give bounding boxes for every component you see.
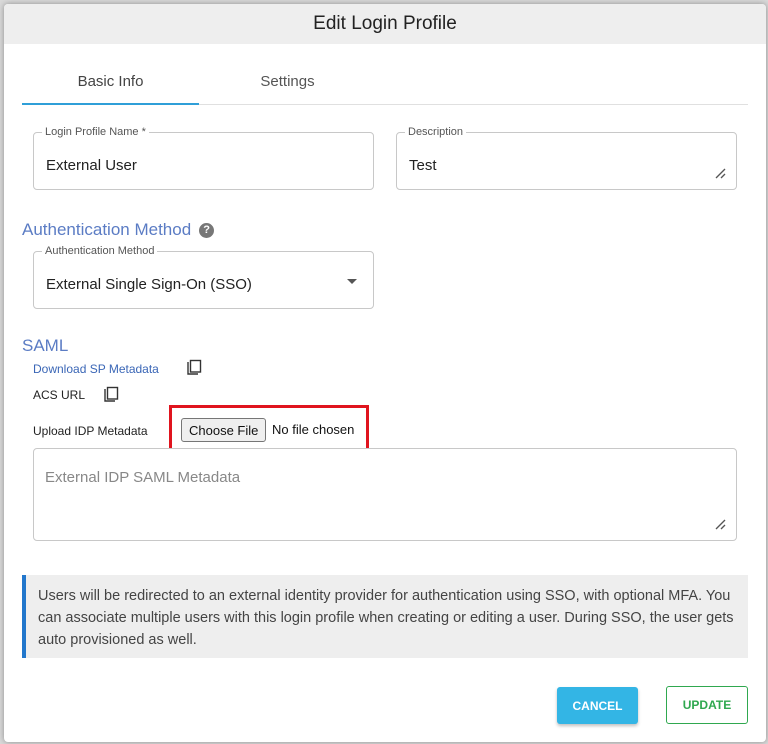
authentication-method-select-value: External Single Sign-On (SSO) — [46, 276, 252, 293]
authentication-method-heading: Authentication Method? — [22, 220, 215, 240]
resize-handle-icon[interactable] — [714, 167, 726, 179]
file-status-text: No file chosen — [272, 422, 355, 437]
file-upload-highlight: Choose File No file chosen — [169, 405, 369, 452]
resize-handle-icon[interactable] — [714, 518, 726, 530]
authentication-method-select-label: Authentication Method — [42, 245, 158, 258]
authentication-method-title: Authentication Method — [22, 220, 192, 239]
idp-metadata-textarea[interactable]: External IDP SAML Metadata — [33, 448, 737, 541]
dialog-title: Edit Login Profile — [313, 13, 457, 34]
tab-settings[interactable]: Settings — [199, 59, 376, 104]
update-button[interactable]: UPDATE — [666, 686, 748, 724]
active-tab-indicator — [22, 103, 199, 105]
dialog-header: Edit Login Profile — [4, 4, 766, 44]
idp-metadata-placeholder: External IDP SAML Metadata — [45, 469, 241, 486]
description-value: Test — [409, 157, 437, 174]
description-field[interactable]: Description Test — [396, 126, 737, 190]
acs-url-label: ACS URL — [33, 388, 86, 402]
chevron-down-icon — [347, 279, 357, 284]
edit-login-profile-dialog: Edit Login Profile Basic Info Settings L… — [4, 4, 766, 742]
copy-icon[interactable] — [101, 386, 119, 404]
description-label: Description — [405, 126, 467, 139]
cancel-button[interactable]: CANCEL — [557, 687, 638, 724]
help-icon[interactable]: ? — [199, 223, 215, 239]
copy-icon[interactable] — [184, 359, 202, 377]
authentication-method-select[interactable]: Authentication Method External Single Si… — [33, 245, 374, 309]
login-profile-name-value: External User — [46, 157, 137, 174]
tab-bar: Basic Info Settings — [22, 59, 748, 105]
sso-info-message: Users will be redirected to an external … — [22, 575, 748, 658]
choose-file-button[interactable]: Choose File — [181, 418, 267, 442]
upload-idp-metadata-label: Upload IDP Metadata — [33, 424, 148, 438]
download-sp-metadata-link[interactable]: Download SP Metadata — [33, 362, 159, 376]
saml-heading: SAML — [22, 336, 69, 355]
sso-info-text: Users will be redirected to an external … — [38, 588, 734, 648]
login-profile-name-label: Login Profile Name * — [42, 126, 149, 139]
tab-basic-info[interactable]: Basic Info — [22, 59, 199, 104]
login-profile-name-field[interactable]: Login Profile Name * External User — [33, 126, 374, 190]
